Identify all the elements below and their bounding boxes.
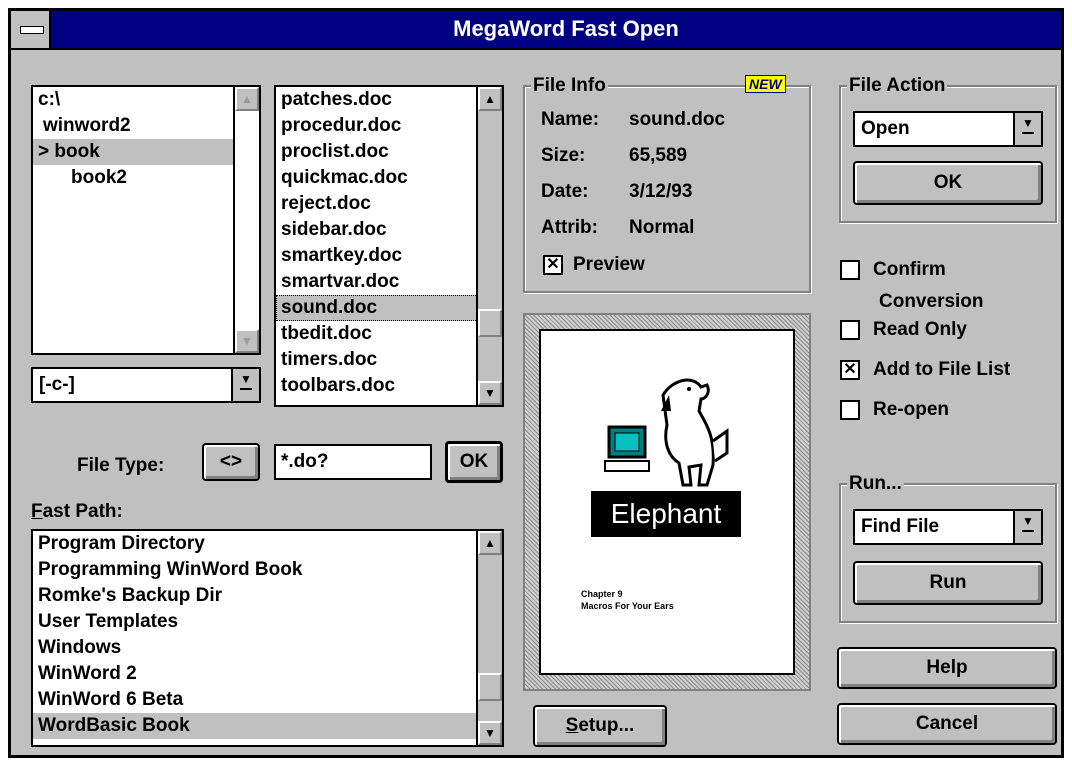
scroll-up-icon[interactable]: ▲ [478,531,502,555]
new-badge: NEW [745,75,786,93]
fast-path-label: Fast Path: [31,501,123,522]
read-only-checkbox[interactable] [840,320,860,340]
preview-caption-2: Macros For Your Ears [581,601,674,611]
file-list[interactable]: patches.doc procedur.doc proclist.doc qu… [274,85,504,407]
file-type-label: File Type: [77,455,165,476]
fast-path-item[interactable]: Program Directory [33,531,502,557]
file-item[interactable]: reject.doc [276,191,502,217]
file-item-selected[interactable]: sound.doc [276,295,502,321]
dir-item[interactable]: c:\ [33,87,259,113]
preview-label: Preview [573,254,645,275]
file-item[interactable]: smartvar.doc [276,269,502,295]
fast-path-item[interactable]: WinWord 2 [33,661,502,687]
fast-path-item-selected[interactable]: WordBasic Book [33,713,502,739]
conversion-label: Conversion [879,291,984,312]
preview-page: Elephant Chapter 9 Macros For Your Ears [539,329,795,675]
file-item[interactable]: smartkey.doc [276,243,502,269]
fast-path-item[interactable]: Programming WinWord Book [33,557,502,583]
system-menu-icon[interactable] [11,11,51,48]
dog-computer-icon [604,378,729,487]
file-item[interactable]: toolbars.doc [276,373,502,399]
name-value: sound.doc [629,109,726,130]
fast-open-dialog: MegaWord Fast Open c:\ winword2 > book b… [8,8,1064,758]
file-item[interactable]: quickmac.doc [276,165,502,191]
scroll-down-icon[interactable]: ▼ [478,381,502,405]
file-item[interactable]: sidebar.doc [276,217,502,243]
drive-value: [-c-] [39,374,75,395]
dropdown-arrow-icon[interactable]: ▼ [231,369,259,401]
size-value: 65,589 [629,145,688,166]
file-item[interactable]: procedur.doc [276,113,502,139]
fast-path-item[interactable]: Romke's Backup Dir [33,583,502,609]
file-item[interactable]: proclist.doc [276,139,502,165]
add-to-file-list-checkbox[interactable]: ✕ [840,360,860,380]
preview-frame: Elephant Chapter 9 Macros For Your Ears [523,313,811,691]
file-action-title: File Action [847,75,948,97]
file-item[interactable]: tbedit.doc [276,321,502,347]
file-info-title: File Info [531,75,608,97]
preview-checkbox[interactable]: ✕ [543,255,563,275]
file-type-input[interactable]: *.do? [274,444,432,480]
window-title: MegaWord Fast Open [453,16,679,41]
run-title: Run... [847,473,904,495]
scroll-thumb[interactable] [478,309,502,337]
name-label: Name: [541,109,600,130]
file-item[interactable]: patches.doc [276,87,502,113]
confirm-label: Confirm [873,259,946,280]
reopen-checkbox[interactable] [840,400,860,420]
file-action-select[interactable]: Open ▼ [853,111,1043,147]
attrib-value: Normal [629,217,695,238]
attrib-label: Attrib: [541,217,598,238]
dir-item-selected[interactable]: > book [33,139,259,165]
directory-scrollbar[interactable]: ▲ ▼ [233,87,259,353]
drive-select[interactable]: [-c-] ▼ [31,367,261,403]
preview-caption-1: Chapter 9 [581,589,623,599]
fast-path-scrollbar[interactable]: ▲ ▼ [476,531,502,745]
title-bar: MegaWord Fast Open [11,11,1061,50]
scroll-down-icon[interactable]: ▼ [235,329,259,353]
scroll-down-icon[interactable]: ▼ [478,721,502,745]
file-item[interactable]: timers.doc [276,347,502,373]
fast-path-item[interactable]: User Templates [33,609,502,635]
date-value: 3/12/93 [629,181,693,202]
file-action-ok-button[interactable]: OK [853,161,1043,205]
dir-item[interactable]: book2 [33,165,259,191]
add-to-file-list-label: Add to File List [873,359,1011,380]
dropdown-arrow-icon[interactable]: ▼ [1013,113,1041,145]
reopen-label: Re-open [873,399,949,420]
file-action-value: Open [861,118,910,139]
file-list-scrollbar[interactable]: ▲ ▼ [476,87,502,405]
dir-item[interactable]: winword2 [33,113,259,139]
run-value: Find File [861,516,940,537]
help-button[interactable]: Help [837,647,1057,689]
fast-path-item[interactable]: WinWord 6 Beta [33,687,502,713]
file-type-ok-button[interactable]: OK [445,441,503,483]
run-select[interactable]: Find File ▼ [853,509,1043,545]
setup-button[interactable]: Setup... [533,705,667,747]
setup-label: etup... [578,715,635,736]
fast-path-label-text: ast Path: [42,501,123,522]
size-label: Size: [541,145,586,166]
run-button[interactable]: Run [853,561,1043,605]
fast-path-list[interactable]: Program Directory Programming WinWord Bo… [31,529,504,747]
scroll-thumb[interactable] [478,673,502,701]
scroll-up-icon[interactable]: ▲ [235,87,259,111]
cancel-button[interactable]: Cancel [837,703,1057,745]
dropdown-arrow-icon[interactable]: ▼ [1013,511,1041,543]
read-only-label: Read Only [873,319,967,340]
directory-list[interactable]: c:\ winword2 > book book2 ▲ ▼ [31,85,261,355]
confirm-conversion-checkbox[interactable] [840,260,860,280]
date-label: Date: [541,181,589,202]
preview-banner: Elephant [591,491,741,537]
scroll-up-icon[interactable]: ▲ [478,87,502,111]
file-type-toggle-button[interactable]: <> [202,443,260,481]
fast-path-item[interactable]: Windows [33,635,502,661]
